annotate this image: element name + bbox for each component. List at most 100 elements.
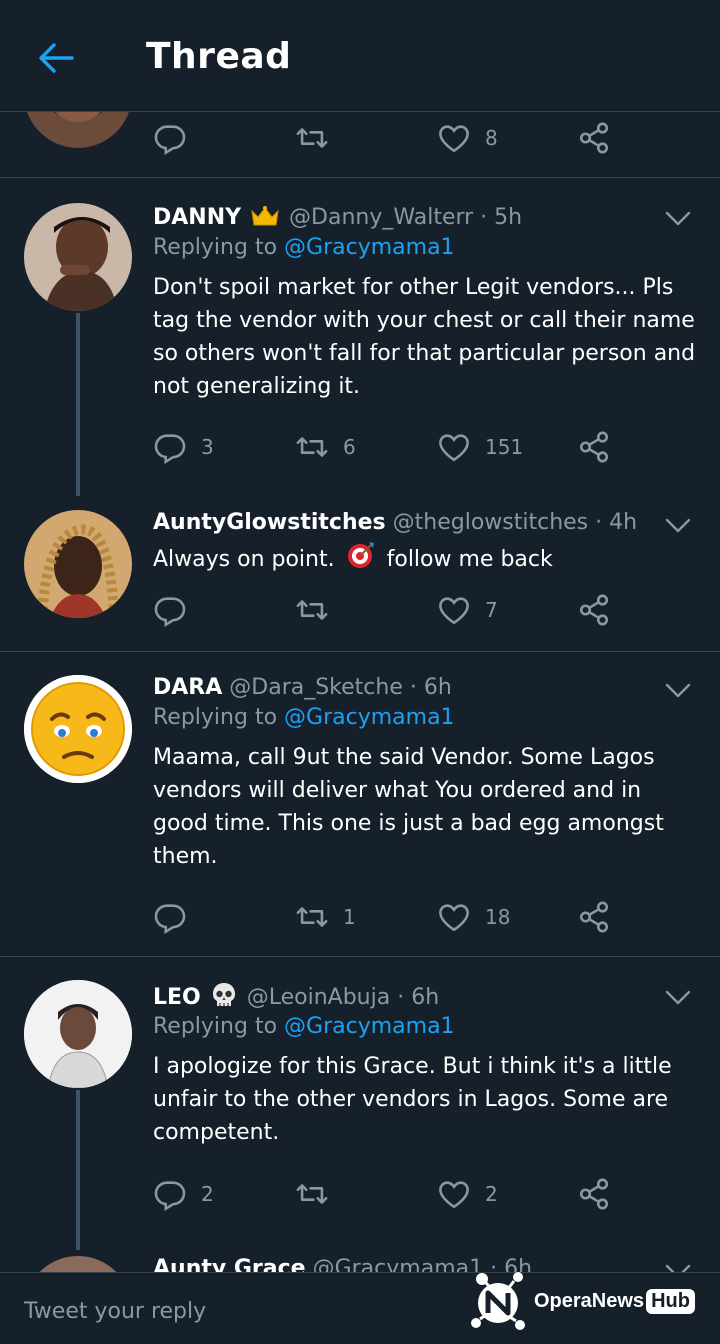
reply-icon	[153, 593, 187, 627]
tweet-text-part: follow me back	[386, 547, 553, 572]
retweet-button[interactable]	[295, 118, 329, 158]
author-name[interactable]: LEO	[153, 985, 201, 1010]
back-button[interactable]	[30, 34, 82, 82]
share-button[interactable]	[577, 590, 611, 630]
page-title: Thread	[146, 36, 292, 77]
retweet-button[interactable]	[295, 1174, 329, 1214]
watermark-brand: OperaNews	[534, 1289, 645, 1312]
chevron-down-icon[interactable]	[664, 681, 692, 701]
replying-to: Replying to @Gracymama1	[153, 1012, 696, 1042]
tweet-leo[interactable]: LEO @LeoinAbuja · 6h Replying to @Gracym…	[0, 958, 720, 1250]
avatar[interactable]	[24, 675, 132, 783]
author-handle[interactable]: @Danny_Walterr · 5h	[289, 205, 522, 230]
tweet-text: I apologize for this Grace. But i think …	[153, 1054, 672, 1145]
retweet-button[interactable]: 1	[295, 897, 356, 937]
chevron-down-icon[interactable]	[664, 209, 692, 229]
operanews-logo-icon	[471, 1272, 525, 1330]
like-button[interactable]: 8	[437, 118, 498, 158]
partial-tweet-top[interactable]: 8	[0, 40, 720, 178]
replying-to: Replying to @Gracymama1	[153, 703, 696, 733]
retweet-icon	[295, 1177, 329, 1211]
replying-to-label: Replying to	[153, 235, 278, 260]
share-button[interactable]	[577, 897, 611, 937]
like-count: 7	[485, 598, 498, 622]
author-handle[interactable]: @theglowstitches · 4h	[393, 510, 637, 535]
tweet-dara[interactable]: DARA @Dara_Sketche · 6h Replying to @Gra…	[0, 653, 720, 957]
author-name[interactable]: Aunty Grace	[153, 1256, 306, 1272]
crown-icon	[250, 205, 280, 227]
reply-button[interactable]: 3	[153, 427, 214, 467]
avatar[interactable]	[24, 510, 132, 618]
skull-icon	[210, 982, 238, 1008]
share-icon	[577, 1177, 611, 1211]
like-button[interactable]: 18	[437, 897, 510, 937]
share-button[interactable]	[577, 118, 611, 158]
author-name[interactable]: DARA	[153, 675, 222, 700]
heart-icon	[437, 593, 471, 627]
chevron-down-icon[interactable]	[664, 516, 692, 536]
author-handle[interactable]: @LeoinAbuja · 6h	[247, 985, 439, 1010]
share-icon	[577, 430, 611, 464]
reply-icon	[153, 900, 187, 934]
tweet-text: Always on point. follow me back	[153, 540, 696, 580]
reply-button[interactable]	[153, 118, 187, 158]
heart-icon	[437, 1177, 471, 1211]
reply-count: 2	[201, 1182, 214, 1206]
tweet-text-part: Always on point.	[153, 547, 335, 572]
tweet-auntyglowstitches[interactable]: AuntyGlowstitches @theglowstitches · 4h …	[0, 496, 720, 652]
reply-button[interactable]	[153, 590, 187, 630]
like-count: 2	[485, 1182, 498, 1206]
share-icon	[577, 121, 611, 155]
share-icon	[577, 900, 611, 934]
reply-input[interactable]	[24, 1293, 424, 1329]
retweet-button[interactable]: 6	[295, 427, 356, 467]
author-name[interactable]: DANNY	[153, 205, 241, 230]
tweet-danny[interactable]: DANNY @Danny_Walterr · 5h Replying to @G…	[0, 179, 720, 496]
heart-icon	[437, 430, 471, 464]
reply-button[interactable]	[153, 897, 187, 937]
retweet-icon	[295, 900, 329, 934]
like-count: 151	[485, 435, 524, 459]
mention-link[interactable]: @Gracymama1	[284, 705, 455, 730]
mention-link[interactable]: @Gracymama1	[284, 235, 455, 260]
mention-link[interactable]: @Gracymama1	[284, 1014, 455, 1039]
share-button[interactable]	[577, 1174, 611, 1214]
replying-to: Replying to @Gracymama1	[153, 233, 696, 263]
arrow-left-icon	[39, 43, 74, 73]
retweet-count: 6	[343, 435, 356, 459]
share-button[interactable]	[577, 427, 611, 467]
author-name[interactable]: AuntyGlowstitches	[153, 510, 386, 535]
author-handle[interactable]: @Dara_Sketche · 6h	[229, 675, 452, 700]
like-count: 8	[485, 126, 498, 150]
thread-connector	[76, 313, 80, 496]
watermark-brand-suffix: Hub	[646, 1288, 695, 1314]
share-icon	[577, 593, 611, 627]
reply-button[interactable]: 2	[153, 1174, 214, 1214]
avatar[interactable]	[24, 980, 132, 1088]
reply-icon	[153, 121, 187, 155]
like-button[interactable]: 2	[437, 1174, 498, 1214]
like-button[interactable]: 7	[437, 590, 498, 630]
retweet-count: 1	[343, 905, 356, 929]
heart-icon	[437, 121, 471, 155]
reply-icon	[153, 430, 187, 464]
tweet-text: Maama, call 9ut the said Vendor. Some La…	[153, 745, 664, 869]
avatar[interactable]	[24, 1256, 132, 1272]
retweet-icon	[295, 593, 329, 627]
watermark: OperaNews Hub	[466, 1266, 712, 1336]
retweet-button[interactable]	[295, 590, 329, 630]
reply-icon	[153, 1177, 187, 1211]
retweet-icon	[295, 121, 329, 155]
tweet-text: Don't spoil market for other Legit vendo…	[153, 275, 696, 399]
replying-to-label: Replying to	[153, 705, 278, 730]
retweet-icon	[295, 430, 329, 464]
avatar[interactable]	[24, 203, 132, 311]
like-button[interactable]: 151	[437, 427, 523, 467]
reply-count: 3	[201, 435, 214, 459]
thread-connector	[76, 1090, 80, 1250]
top-app-bar: Thread	[0, 0, 720, 112]
thread-feed[interactable]: 8 DANNY @Danny_Walterr · 5h Replying to …	[0, 0, 720, 1272]
like-count: 18	[485, 905, 511, 929]
heart-icon	[437, 900, 471, 934]
chevron-down-icon[interactable]	[664, 988, 692, 1008]
